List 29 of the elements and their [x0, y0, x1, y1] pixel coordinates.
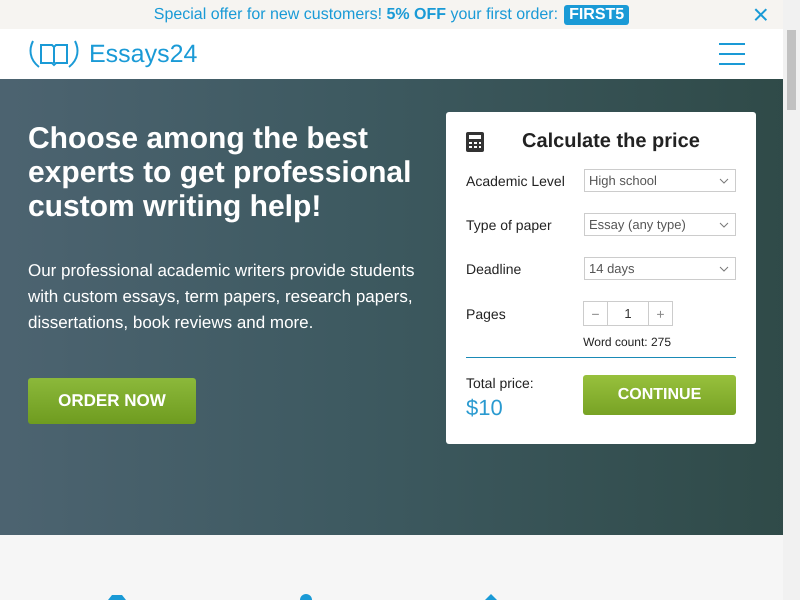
select-field[interactable]: Essay (any type)	[584, 213, 736, 236]
triangle-icon	[484, 594, 498, 600]
chevron-icon	[719, 266, 729, 272]
continue-button[interactable]: CONTINUE	[583, 375, 736, 415]
chevron-icon	[719, 178, 729, 184]
promo-text: Special offer for new customers! 5% OFF your first order:	[154, 6, 558, 24]
pages-input[interactable]: 1	[608, 301, 648, 326]
decrement-button[interactable]: −	[583, 301, 608, 326]
total-label: Total price:	[466, 375, 534, 391]
logo[interactable]: Essays24	[27, 37, 198, 71]
hero-text: Our professional academic writers provide students with custom essays, term papers, research papers, dissertations, book reviews and more.	[28, 260, 416, 334]
field-label: Type of paper	[466, 216, 552, 232]
order-now-button[interactable]: ORDER NOW	[28, 378, 196, 424]
chevron-icon	[719, 222, 729, 228]
calculator-icon	[466, 132, 484, 152]
increment-button[interactable]: +	[648, 301, 673, 326]
field-label: Academic Level	[466, 172, 565, 188]
calculator-title: Calculate the price	[522, 130, 700, 153]
select-field[interactable]: High school	[584, 169, 736, 192]
hero-heading: Choose among the best experts to get professional custom writing help!	[28, 122, 412, 224]
close-button[interactable]: ×	[746, 0, 775, 29]
promo-code: FIRST5	[564, 4, 630, 24]
select-field[interactable]: 14 days	[584, 257, 736, 280]
total-price: $10	[466, 395, 504, 421]
field-label: Deadline	[466, 260, 522, 276]
field-label: Pages	[466, 306, 506, 322]
logo-text: Essays24	[89, 40, 198, 68]
menu-icon[interactable]	[719, 43, 745, 65]
word-count: Word count: 275	[583, 335, 671, 349]
